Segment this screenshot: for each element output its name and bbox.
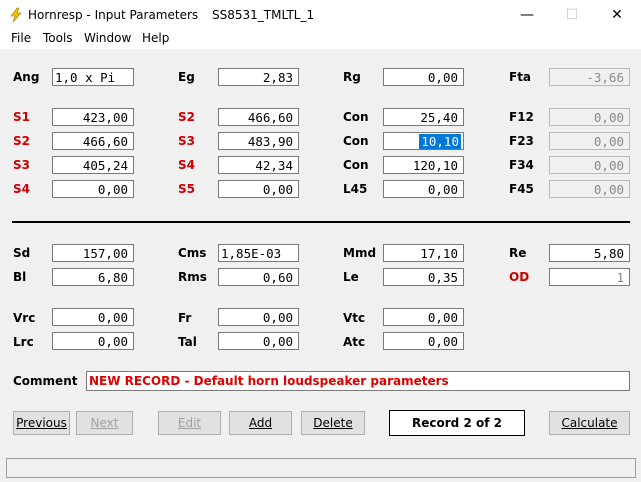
label-s2-b: S2 (13, 134, 30, 148)
comment-field[interactable]: NEW RECORD - Default horn loudspeaker pa… (86, 371, 630, 391)
label-s4: S4 (178, 158, 195, 172)
label-s1: S1 (13, 110, 30, 124)
label-f12: F12 (509, 110, 534, 124)
label-ang: Ang (13, 70, 40, 84)
field-lrc[interactable]: 0,00 (52, 332, 134, 350)
label-atc: Atc (343, 335, 366, 349)
label-rms: Rms (178, 270, 207, 284)
field-f23: 0,00 (549, 132, 630, 150)
delete-button[interactable]: Delete (301, 411, 365, 435)
selected-text: 10,10 (419, 134, 461, 149)
field-f12: 0,00 (549, 108, 630, 126)
field-f45: 0,00 (549, 180, 630, 198)
menu-tools[interactable]: Tools (43, 31, 73, 45)
label-vrc: Vrc (13, 311, 36, 325)
field-s1[interactable]: 423,00 (52, 108, 134, 126)
field-cms[interactable]: 1,85E-03 (218, 244, 299, 262)
field-fta: -3,66 (549, 68, 630, 86)
label-s5: S5 (178, 182, 195, 196)
label-sd: Sd (13, 246, 31, 260)
label-fr: Fr (178, 311, 192, 325)
calculate-button[interactable]: Calculate (549, 411, 630, 435)
label-bl: Bl (13, 270, 27, 284)
field-eg[interactable]: 2,83 (218, 68, 299, 86)
label-lrc: Lrc (13, 335, 34, 349)
field-od[interactable]: 1 (549, 268, 630, 286)
menu-file[interactable]: File (11, 31, 31, 45)
field-mmd[interactable]: 17,10 (383, 244, 464, 262)
menu-window[interactable]: Window (84, 31, 131, 45)
app-name: Hornresp - Input Parameters (28, 8, 199, 22)
label-s3: S3 (178, 134, 195, 148)
record-name: SS8531_TMLTL_1 (211, 8, 315, 22)
field-s4-b[interactable]: 0,00 (52, 180, 134, 198)
label-cms: Cms (178, 246, 207, 260)
label-s3-b: S3 (13, 158, 30, 172)
menu-bar: File Tools Window Help (0, 30, 641, 49)
label-re: Re (509, 246, 527, 260)
field-rms[interactable]: 0,60 (218, 268, 299, 286)
field-fr[interactable]: 0,00 (218, 308, 299, 326)
label-mmd: Mmd (343, 246, 377, 260)
field-s3[interactable]: 483,90 (218, 132, 299, 150)
field-bl[interactable]: 6,80 (52, 268, 134, 286)
field-vtc[interactable]: 0,00 (383, 308, 464, 326)
label-con-2: Con (343, 134, 369, 148)
window-title: Hornresp - Input Parameters SS8531_TMLTL… (28, 8, 324, 22)
label-f23: F23 (509, 134, 534, 148)
label-vtc: Vtc (343, 311, 366, 325)
field-l45[interactable]: 0,00 (383, 180, 464, 198)
label-f45: F45 (509, 182, 534, 196)
label-rg: Rg (343, 70, 361, 84)
field-vrc[interactable]: 0,00 (52, 308, 134, 326)
field-tal[interactable]: 0,00 (218, 332, 299, 350)
label-con-1: Con (343, 110, 369, 124)
label-od: OD (509, 270, 530, 284)
field-f34: 0,00 (549, 156, 630, 174)
label-comment: Comment (13, 374, 78, 388)
field-le[interactable]: 0,35 (383, 268, 464, 286)
previous-button[interactable]: Previous (13, 411, 70, 435)
field-s2-b[interactable]: 466,60 (52, 132, 134, 150)
edit-button[interactable]: Edit (158, 411, 221, 435)
close-button[interactable]: ✕ (594, 0, 640, 30)
field-s4[interactable]: 42,34 (218, 156, 299, 174)
label-le: Le (343, 270, 359, 284)
label-con-3: Con (343, 158, 369, 172)
status-bar (6, 458, 636, 478)
label-l45: L45 (343, 182, 368, 196)
label-f34: F34 (509, 158, 534, 172)
field-atc[interactable]: 0,00 (383, 332, 464, 350)
maximize-button[interactable]: ☐ (549, 0, 595, 30)
add-button[interactable]: Add (229, 411, 292, 435)
field-ang[interactable]: 1,0 x Pi (52, 68, 134, 86)
title-bar: Hornresp - Input Parameters SS8531_TMLTL… (0, 0, 641, 30)
section-divider (12, 221, 630, 223)
label-s4-b: S4 (13, 182, 30, 196)
menu-help[interactable]: Help (142, 31, 169, 45)
label-s2: S2 (178, 110, 195, 124)
field-con-1[interactable]: 25,40 (383, 108, 464, 126)
label-tal: Tal (178, 335, 197, 349)
field-s3-b[interactable]: 405,24 (52, 156, 134, 174)
label-eg: Eg (178, 70, 195, 84)
field-s5[interactable]: 0,00 (218, 180, 299, 198)
label-fta: Fta (509, 70, 532, 84)
field-con-3[interactable]: 120,10 (383, 156, 464, 174)
next-button[interactable]: Next (76, 411, 133, 435)
field-re[interactable]: 5,80 (549, 244, 630, 262)
field-con-2[interactable]: 10,10 (383, 132, 464, 150)
record-status: Record 2 of 2 (389, 410, 525, 436)
lightning-bolt-icon (10, 7, 22, 23)
minimize-button[interactable]: — (504, 0, 550, 30)
field-s2[interactable]: 466,60 (218, 108, 299, 126)
field-rg[interactable]: 0,00 (383, 68, 464, 86)
field-sd[interactable]: 157,00 (52, 244, 134, 262)
